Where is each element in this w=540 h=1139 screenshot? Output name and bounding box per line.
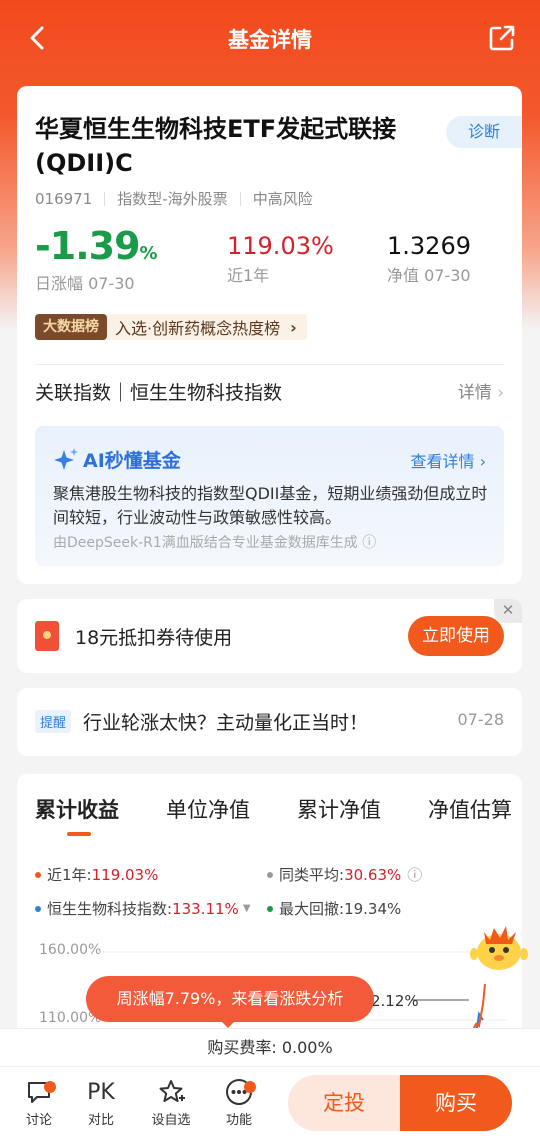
watchlist-label: 设自选: [151, 1113, 191, 1128]
divider: [35, 364, 504, 365]
legend-dot: [267, 871, 273, 878]
ai-source: 由DeepSeek-R1满血版结合专业基金数据库生成 ⓘ: [53, 535, 377, 551]
daily-change-value: -1.39: [35, 224, 141, 268]
nav-label: 净值 07-30: [387, 266, 471, 285]
index-detail-link[interactable]: 详情 ›: [458, 378, 504, 403]
daily-change-stat: -1.39% 日涨幅 07-30: [35, 224, 158, 294]
daily-change-label: 日涨幅 07-30: [35, 274, 135, 293]
bigdata-ranking-banner[interactable]: 大数据榜 入选·创新药概念热度榜 ›: [35, 314, 307, 340]
notification-dot: [244, 1081, 256, 1093]
tab-cumulative-return[interactable]: 累计收益: [35, 794, 119, 838]
mascot-icon[interactable]: [470, 918, 528, 974]
info-icon[interactable]: ⓘ: [362, 535, 376, 551]
ai-more-link[interactable]: 查看详情 ›: [411, 448, 487, 472]
weekly-change-bubble[interactable]: 周涨幅7.79%，来看看涨跌分析: [86, 976, 374, 1028]
divider: [104, 191, 106, 206]
bigdata-tag: 大数据榜: [35, 314, 107, 340]
tab-nav-estimate[interactable]: 净值估算: [428, 794, 512, 838]
tab-unit-nav[interactable]: 单位净值: [166, 794, 250, 838]
fund-meta: 016971 指数型-海外股票 中高风险: [35, 188, 313, 209]
legend-dot: [35, 905, 41, 912]
sparkle-icon: [54, 447, 78, 470]
bigdata-text: 入选·创新药概念热度榜: [115, 319, 281, 338]
pk-icon: PK: [87, 1079, 115, 1105]
purchase-fee: 购买费率: 0.00%: [0, 1028, 540, 1066]
close-icon[interactable]: ✕: [494, 599, 522, 623]
notice-card[interactable]: 提醒 行业轮涨太快？主动量化正当时！ 07-28: [17, 688, 522, 756]
triangle-down-icon: ▼: [242, 903, 251, 914]
legend-dot: [267, 905, 273, 912]
related-index-label: 关联指数｜恒生生物科技指数: [35, 382, 283, 404]
discuss-button[interactable]: 讨论: [14, 1077, 64, 1128]
legend-fund: 近1年: 119.03%: [35, 864, 267, 885]
notice-text: 行业轮涨太快？主动量化正当时！: [83, 712, 369, 734]
legend-row: 近1年: 119.03% 同类平均: 30.63% ⓘ: [35, 864, 504, 885]
fund-type: 指数型-海外股票: [117, 190, 228, 208]
legend-dot: [35, 871, 41, 878]
year-return-value: 119.03%: [227, 232, 334, 260]
compare-label: 对比: [87, 1113, 114, 1128]
fund-series-line: [466, 983, 486, 1034]
ai-title: AI秒懂基金: [53, 446, 181, 473]
ai-description: 聚焦港股生物科技的指数型QDII基金，短期业绩强劲但成立时间较短，行业波动性与政…: [53, 484, 488, 527]
chart-tabs: 累计收益 单位净值 累计净值 净值估算: [35, 794, 512, 838]
tab-cumulative-nav[interactable]: 累计净值: [297, 794, 381, 838]
share-icon[interactable]: [488, 24, 516, 52]
info-icon[interactable]: ⓘ: [407, 864, 422, 885]
notice-date: 07-28: [457, 710, 505, 729]
legend-peer: 同类平均: 30.63% ⓘ: [267, 864, 422, 885]
function-label: 功能: [225, 1113, 252, 1128]
nav-stat: 1.3269 净值 07-30: [387, 226, 471, 286]
auto-invest-button[interactable]: 定投: [288, 1075, 400, 1131]
divider: [239, 191, 241, 206]
chevron-right-icon: ›: [497, 383, 504, 403]
fund-risk: 中高风险: [252, 190, 313, 208]
fund-name: 华夏恒生生物科技ETF发起式联接(QDII)C: [35, 115, 397, 177]
year-return-stat: 119.03% 近1年: [227, 226, 334, 286]
function-button[interactable]: 功能: [214, 1077, 264, 1128]
nav-value: 1.3269: [387, 232, 471, 260]
bottom-action-bar: 讨论 PK 对比 设自选 功能 定投 购买: [0, 1066, 540, 1139]
red-envelope-icon: [35, 621, 59, 651]
use-coupon-button[interactable]: 立即使用: [408, 616, 504, 656]
discuss-label: 讨论: [25, 1113, 52, 1128]
coupon-card: 18元抵扣券待使用 立即使用 ✕: [17, 599, 522, 673]
legend-row: 恒生生物科技指数: 133.11% ▼ 最大回撤: 19.34%: [35, 898, 504, 919]
fund-summary-card: 华夏恒生生物科技ETF发起式联接(QDII)C 诊断 016971 指数型-海外…: [17, 86, 522, 584]
buy-button[interactable]: 购买: [400, 1075, 512, 1131]
notice-badge: 提醒: [35, 710, 72, 733]
add-watchlist-button[interactable]: 设自选: [146, 1077, 196, 1128]
chevron-right-icon: ›: [290, 317, 297, 337]
year-return-label: 近1年: [227, 266, 270, 285]
legend-index[interactable]: 恒生生物科技指数: 133.11% ▼: [35, 898, 267, 919]
related-index-row[interactable]: 关联指数｜恒生生物科技指数 详情 ›: [35, 378, 504, 408]
compare-button[interactable]: PK 对比: [76, 1077, 126, 1129]
page-title: 基金详情: [228, 28, 312, 52]
ai-summary-box: AI秒懂基金 查看详情 › 聚焦港股生物科技的指数型QDII基金，短期业绩强劲但…: [35, 426, 504, 566]
notification-dot: [44, 1081, 56, 1093]
daily-change-unit: %: [139, 243, 158, 264]
fund-code: 016971: [35, 189, 93, 208]
legend-drawdown: 最大回撤: 19.34%: [267, 898, 401, 919]
reference-label: 2.12%: [371, 992, 419, 1010]
diagnose-button[interactable]: 诊断: [446, 116, 522, 148]
coupon-text: 18元抵扣券待使用: [75, 627, 233, 649]
nav-bar: 基金详情: [0, 10, 540, 66]
star-plus-icon: [159, 1080, 185, 1102]
